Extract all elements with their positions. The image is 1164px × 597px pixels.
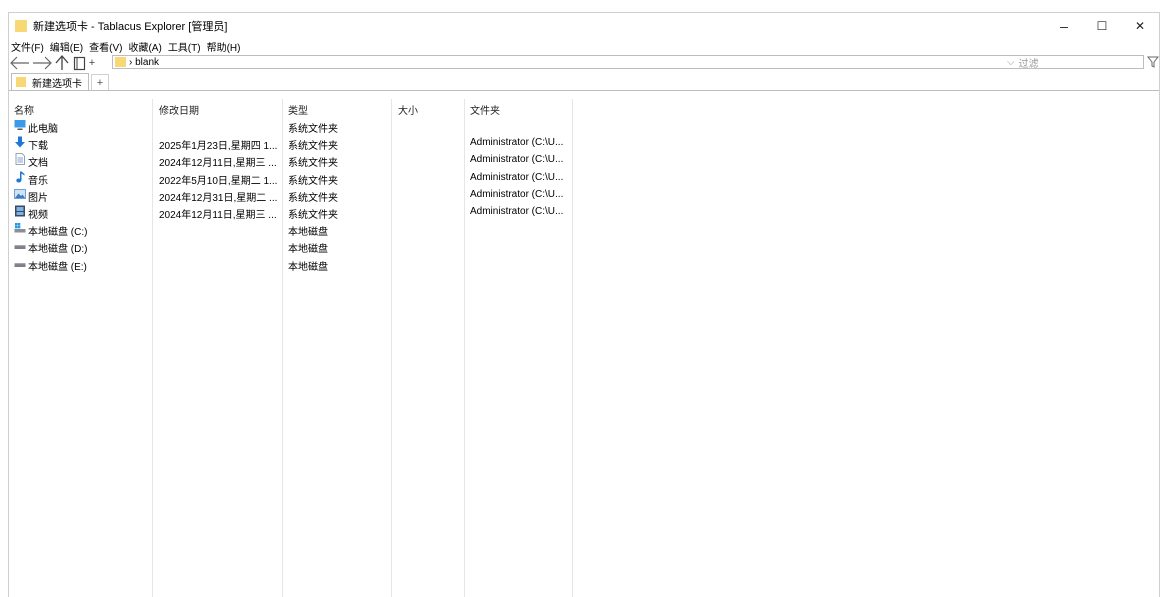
- pictures-icon: [14, 188, 26, 199]
- menu-tools[interactable]: 工具(T): [168, 39, 201, 54]
- column-date[interactable]: 修改日期: [159, 102, 199, 117]
- download-icon: [15, 136, 25, 148]
- list-item-drive-e[interactable]: 本地磁盘 (E:) 本地磁盘: [9, 255, 1159, 273]
- chevron-down-icon[interactable]: ⌵: [1007, 57, 1015, 68]
- column-folder[interactable]: 文件夹: [470, 102, 500, 117]
- video-icon: [15, 205, 25, 217]
- window-controls: – ☐ ✕: [1045, 13, 1159, 39]
- up-button[interactable]: [53, 54, 71, 72]
- filter-icon[interactable]: [1146, 56, 1160, 71]
- filter-box[interactable]: ⌵ 过滤: [1007, 56, 1145, 70]
- menu-file[interactable]: 文件(F): [11, 39, 44, 54]
- drive-icon: [14, 262, 26, 267]
- address-path: › blank: [129, 56, 160, 68]
- music-icon: [16, 171, 25, 183]
- add-tab-button[interactable]: +: [91, 74, 109, 90]
- menu-view[interactable]: 查看(V): [89, 39, 122, 54]
- title-bar[interactable]: 新建选项卡 - Tablacus Explorer [管理员] – ☐ ✕: [9, 13, 1159, 39]
- minimize-button[interactable]: –: [1045, 13, 1083, 39]
- tab-label: 新建选项卡: [32, 78, 82, 90]
- address-box[interactable]: › blank: [112, 55, 1144, 69]
- window-title: 新建选项卡 - Tablacus Explorer [管理员]: [33, 21, 228, 33]
- back-button[interactable]: [9, 54, 31, 72]
- menu-favorites[interactable]: 收藏(A): [128, 39, 161, 54]
- column-size[interactable]: 大小: [398, 102, 418, 117]
- maximize-button[interactable]: ☐: [1083, 13, 1121, 39]
- system-drive-icon: [14, 223, 26, 233]
- list-item-downloads[interactable]: 下载 2025年1月23日,星期四 1... 系统文件夹 Administrat…: [9, 134, 1159, 152]
- up-arrow-icon: [55, 55, 69, 70]
- filter-placeholder: 过滤: [1018, 59, 1039, 70]
- folder-icon: [115, 57, 126, 67]
- tab-bar: 新建选项卡 +: [9, 72, 1159, 91]
- folder-icon: [16, 77, 26, 87]
- menu-edit[interactable]: 编辑(E): [50, 39, 83, 54]
- list-item-music[interactable]: 音乐 2022年5月10日,星期二 1... 系统文件夹 Administrat…: [9, 169, 1159, 187]
- folder-icon: [15, 20, 27, 32]
- list-item-drive-c[interactable]: 本地磁盘 (C:) 本地磁盘: [9, 220, 1159, 238]
- close-button[interactable]: ✕: [1121, 13, 1159, 39]
- list-item-documents[interactable]: 文档 2024年12月11日,星期三 ... 系统文件夹 Administrat…: [9, 151, 1159, 169]
- book-icon: [73, 56, 85, 70]
- menu-help[interactable]: 帮助(H): [207, 39, 241, 54]
- list-item-videos[interactable]: 视频 2024年12月11日,星期三 ... 系统文件夹 Administrat…: [9, 203, 1159, 221]
- column-type[interactable]: 类型: [288, 102, 308, 117]
- list-item-this-pc[interactable]: 此电脑 系统文件夹: [9, 117, 1159, 135]
- drive-icon: [14, 245, 26, 250]
- back-arrow-icon: [10, 56, 29, 70]
- list-item-drive-d[interactable]: 本地磁盘 (D:) 本地磁盘: [9, 237, 1159, 255]
- explorer-window: 新建选项卡 - Tablacus Explorer [管理员] – ☐ ✕ 文件…: [8, 12, 1160, 597]
- list-item-pictures[interactable]: 图片 2024年12月31日,星期二 ... 系统文件夹 Administrat…: [9, 186, 1159, 204]
- computer-icon: [14, 120, 26, 130]
- document-icon: [15, 153, 25, 166]
- column-name[interactable]: 名称: [14, 102, 34, 117]
- menu-bar: 文件(F) 编辑(E) 查看(V) 收藏(A) 工具(T) 帮助(H): [9, 39, 1159, 54]
- forward-arrow-icon: [33, 56, 52, 70]
- pane-toggle-button[interactable]: [71, 54, 87, 72]
- file-list: 名称 修改日期 类型 大小 文件夹 此电脑 系统文件夹 下载 2025年1月23…: [9, 99, 1159, 597]
- address-bar: + › blank ⌵ 过滤: [9, 54, 1160, 72]
- tab-new-tab[interactable]: 新建选项卡: [11, 73, 89, 90]
- forward-button[interactable]: [31, 54, 53, 72]
- add-button[interactable]: +: [87, 54, 97, 72]
- column-header: 名称 修改日期 类型 大小 文件夹: [9, 99, 1159, 117]
